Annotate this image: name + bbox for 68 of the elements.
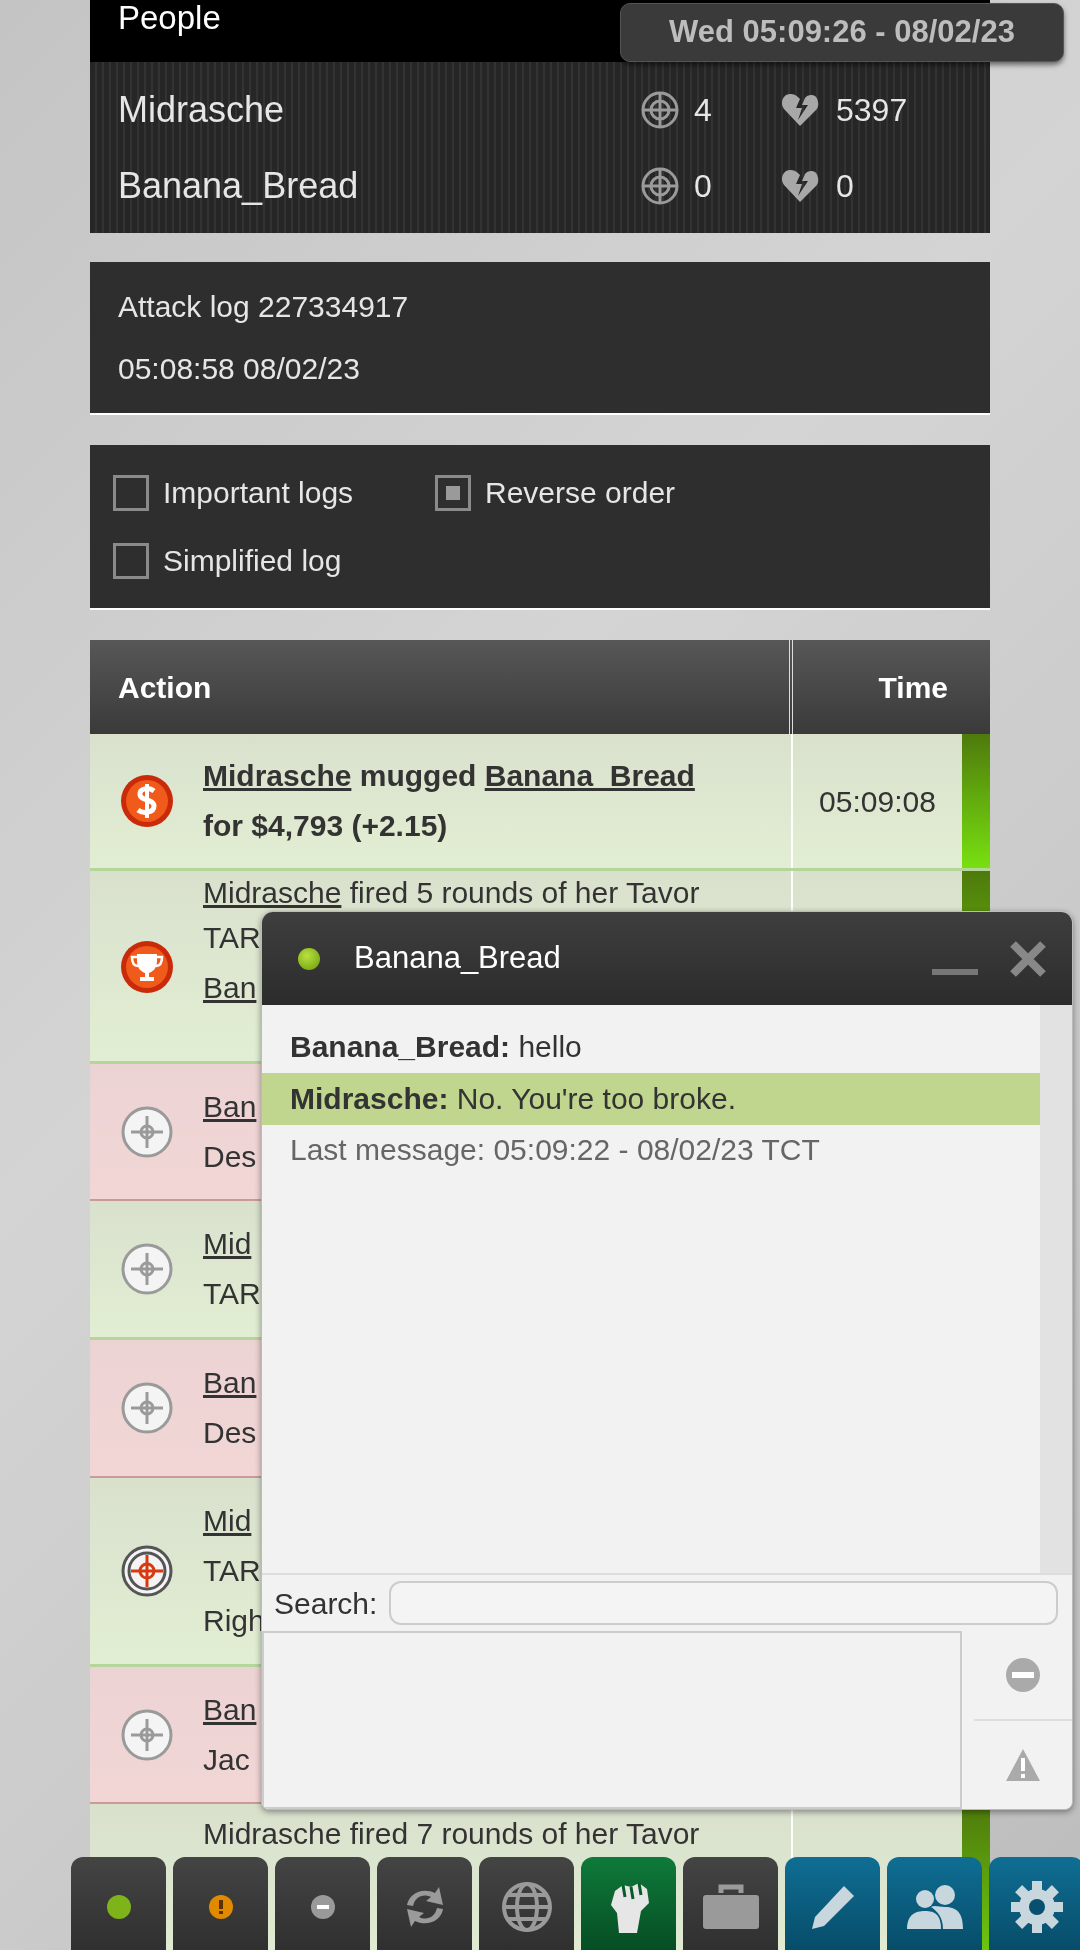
loss-count: 5397: [836, 90, 908, 130]
trophy-icon: [118, 939, 175, 995]
status-dot-icon: [208, 1895, 233, 1919]
player-link[interactable]: Ban: [203, 1081, 257, 1132]
column-header: Action: [118, 669, 212, 706]
chat-message: Banana_Bread: hello: [289, 1029, 583, 1065]
search-label: Search:: [274, 1585, 378, 1622]
panel-title: People: [118, 0, 221, 34]
settings-icon: [1008, 1879, 1065, 1935]
toolbar-button[interactable]: [377, 1857, 472, 1950]
toolbar-button[interactable]: [479, 1857, 574, 1950]
log-date: 05:08:58 08/02/23: [118, 350, 361, 387]
player-link[interactable]: Ban: [203, 1358, 257, 1408]
toolbar-button[interactable]: [683, 1857, 778, 1950]
attack-count: 4: [694, 90, 713, 130]
minimize-button[interactable]: [932, 968, 978, 975]
log-text: Midrasche fired 5 rounds of her Tavor: [203, 875, 700, 911]
loss-count: 0: [836, 166, 854, 206]
player-link[interactable]: Ban: [203, 963, 257, 1013]
log-text: TAR: [203, 1276, 261, 1312]
chat-title: Banana_Bread: [354, 939, 562, 978]
minus-circle-icon: [1005, 1657, 1041, 1693]
log-text: Midrasche fired 7 rounds of her Tavor: [203, 1816, 700, 1852]
log-text: Midrasche mugged Banana_Bread for $4,793 (+2.15): [203, 758, 696, 844]
player-link[interactable]: Mid: [203, 1496, 252, 1546]
log-text: Jac: [203, 1741, 250, 1778]
people-icon: [904, 1883, 965, 1931]
checkbox[interactable]: [435, 474, 471, 511]
column-header: Time: [878, 669, 948, 706]
toolbar-button[interactable]: [275, 1857, 370, 1950]
toolbar-button[interactable]: [581, 1857, 676, 1950]
player-link[interactable]: Midrasche: [203, 759, 352, 792]
search-field[interactable]: [389, 1581, 1058, 1625]
toolbar-button[interactable]: [173, 1857, 268, 1950]
status-dot-icon: [106, 1895, 131, 1919]
clock-badge: Wed 05:09:26 - 08/02/23: [620, 3, 1064, 62]
chat-message: Midrasche: No. You're too broke.: [262, 1073, 1040, 1125]
chat-info: Last message: 05:09:22 - 08/02/23 TCT: [289, 1132, 821, 1168]
log-text: TAR: [203, 1553, 261, 1589]
toolbar-button[interactable]: [785, 1857, 880, 1950]
time-text: 05:09:08: [819, 783, 936, 820]
player-link[interactable]: Mid: [203, 1219, 252, 1269]
dollar-coin-icon: [118, 773, 175, 829]
toolbar-button[interactable]: [887, 1857, 982, 1950]
option-label: Important logs: [163, 475, 354, 511]
status-dot-icon: [310, 1895, 335, 1919]
log-text: Des: [203, 1138, 257, 1175]
toolbar-button[interactable]: [71, 1857, 166, 1950]
warning-icon: [1005, 1748, 1041, 1782]
player-link[interactable]: Banana_Bread: [484, 759, 695, 792]
crosshair-icon: [640, 165, 680, 206]
player-name: Banana_Bread: [118, 163, 360, 208]
checkbox[interactable]: [113, 542, 149, 579]
checkbox[interactable]: [113, 474, 149, 511]
crosshair-icon: [640, 89, 680, 130]
attack-count: 0: [694, 166, 713, 206]
player-link[interactable]: Ban: [203, 1684, 257, 1735]
log-title: Attack log 227334917: [118, 288, 410, 325]
log-text: Des: [203, 1415, 257, 1451]
briefcase-icon: [700, 1883, 761, 1931]
option-label: Reverse order: [485, 475, 676, 511]
toolbar-button[interactable]: [989, 1857, 1080, 1950]
player-link[interactable]: Midrasche: [203, 876, 342, 909]
log-text: TAR: [203, 920, 261, 956]
option-label: Simplified log: [163, 543, 342, 579]
player-name: Midrasche: [118, 87, 286, 132]
close-icon[interactable]: [1008, 938, 1048, 979]
message-input[interactable]: [262, 1631, 962, 1809]
